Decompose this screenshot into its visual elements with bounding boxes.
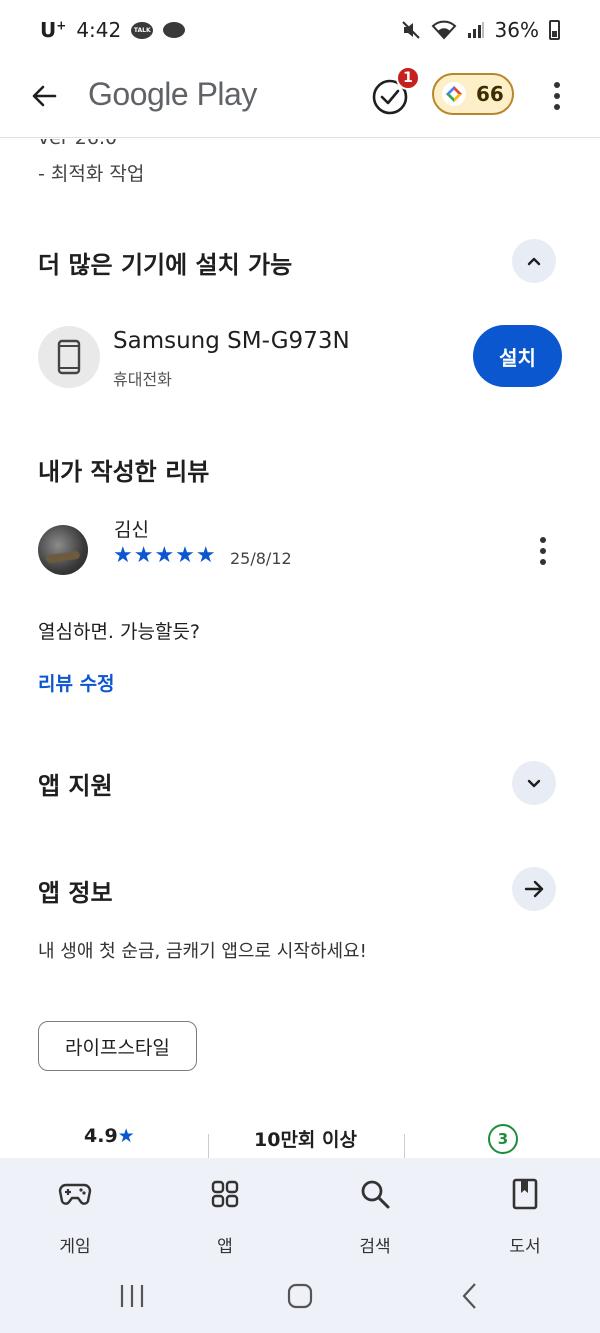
search-icon bbox=[355, 1174, 395, 1214]
carrier-text: U bbox=[40, 18, 57, 42]
nav-search[interactable]: 검색 bbox=[300, 1158, 450, 1258]
age-rating-badge: 3 bbox=[488, 1124, 518, 1154]
divider bbox=[208, 1134, 209, 1159]
clock: 4:42 bbox=[76, 18, 122, 42]
more-dot bbox=[554, 104, 560, 110]
talk-label: TALK bbox=[133, 26, 151, 34]
status-right: 36% bbox=[401, 18, 560, 42]
more-dot bbox=[540, 548, 546, 554]
points-value: 66 bbox=[476, 82, 504, 106]
app-support-title: 앱 지원 bbox=[38, 772, 113, 800]
book-icon bbox=[505, 1174, 545, 1214]
arrow-back-icon bbox=[32, 85, 57, 107]
nav-label: 게임 bbox=[59, 1237, 91, 1257]
status-bar: U+ 4:42 TALK 36% bbox=[0, 0, 600, 60]
play-points-button[interactable]: 66 bbox=[432, 73, 514, 115]
phone-icon bbox=[57, 339, 81, 375]
rating-stat: 4.9★ bbox=[84, 1125, 135, 1147]
more-dot bbox=[540, 537, 546, 543]
apps-grid-icon bbox=[205, 1174, 245, 1214]
kakaotalk-icon: TALK bbox=[131, 21, 154, 39]
expand-support-button[interactable] bbox=[512, 761, 556, 805]
nav-label: 도서 bbox=[509, 1237, 541, 1257]
collapse-button[interactable] bbox=[512, 239, 556, 283]
device-type: 휴대전화 bbox=[113, 370, 172, 389]
wifi-icon bbox=[431, 20, 456, 40]
carrier-sup: + bbox=[56, 18, 67, 33]
divider bbox=[404, 1134, 405, 1159]
home-icon bbox=[287, 1283, 313, 1309]
downloads-stat: 10만회 이상 bbox=[254, 1129, 357, 1151]
more-dot bbox=[554, 93, 560, 99]
nav-label: 검색 bbox=[359, 1237, 391, 1257]
app-info-title: 앱 정보 bbox=[38, 879, 113, 907]
nav-games[interactable]: 게임 bbox=[0, 1158, 150, 1258]
back-button[interactable] bbox=[24, 76, 64, 116]
reviewer-name: 김신 bbox=[114, 519, 149, 541]
review-text: 열심하면. 가능할듯? bbox=[38, 621, 201, 643]
app-description: 내 생애 첫 순금, 금캐기 앱으로 시작하세요! bbox=[38, 941, 367, 962]
play-points-icon bbox=[442, 82, 466, 106]
chevron-left-icon bbox=[462, 1283, 476, 1309]
release-note: - 최적화 작업 bbox=[38, 163, 145, 185]
rating-value: 4.9 bbox=[84, 1125, 118, 1147]
battery-icon bbox=[549, 20, 560, 40]
notification-badge: 1 bbox=[396, 66, 420, 90]
app-info-button[interactable] bbox=[512, 867, 556, 911]
more-options-button[interactable] bbox=[540, 76, 574, 116]
nav-label: 앱 bbox=[217, 1237, 233, 1257]
home-button[interactable] bbox=[280, 1278, 320, 1314]
gamepad-icon bbox=[55, 1174, 95, 1214]
system-navigation-bar bbox=[0, 1258, 600, 1333]
review-date: 25/8/12 bbox=[230, 549, 292, 568]
device-name: Samsung SM-G973N bbox=[113, 328, 350, 354]
system-back-button[interactable] bbox=[450, 1278, 490, 1314]
status-left: U+ 4:42 TALK bbox=[40, 18, 186, 42]
recents-icon bbox=[120, 1285, 144, 1307]
avatar bbox=[38, 525, 88, 575]
mute-icon bbox=[401, 21, 420, 39]
rating-stars: ★★★★★ bbox=[113, 543, 217, 568]
scroll-content[interactable]: ver 26.0 - 최적화 작업 더 많은 기기에 설치 가능 Samsung… bbox=[0, 139, 600, 1159]
device-icon-wrapper bbox=[38, 326, 100, 388]
review-more-button[interactable] bbox=[528, 531, 558, 571]
google-play-logo: Google Play bbox=[88, 76, 257, 112]
nav-apps[interactable]: 앱 bbox=[150, 1158, 300, 1258]
star-icon: ★ bbox=[117, 1125, 135, 1147]
more-dot bbox=[554, 82, 560, 88]
install-button[interactable]: 설치 bbox=[473, 325, 562, 387]
category-chip[interactable]: 라이프스타일 bbox=[38, 1021, 197, 1071]
arrow-forward-icon bbox=[524, 880, 544, 898]
signal-icon bbox=[467, 22, 484, 38]
chevron-down-icon bbox=[527, 779, 541, 788]
chat-notification-icon bbox=[163, 22, 186, 38]
my-review-title: 내가 작성한 리뷰 bbox=[38, 458, 210, 486]
recent-apps-button[interactable] bbox=[112, 1278, 152, 1314]
nav-books[interactable]: 도서 bbox=[450, 1158, 600, 1258]
version-line: ver 26.0 bbox=[38, 139, 117, 149]
battery-percent: 36% bbox=[494, 18, 539, 42]
chevron-up-icon bbox=[527, 257, 541, 266]
more-dot bbox=[540, 559, 546, 565]
install-more-title: 더 많은 기기에 설치 가능 bbox=[38, 251, 293, 279]
carrier-label: U+ bbox=[40, 18, 66, 42]
bottom-navigation: 게임 앱 검색 도서 bbox=[0, 1158, 600, 1258]
edit-review-link[interactable]: 리뷰 수정 bbox=[38, 669, 115, 696]
